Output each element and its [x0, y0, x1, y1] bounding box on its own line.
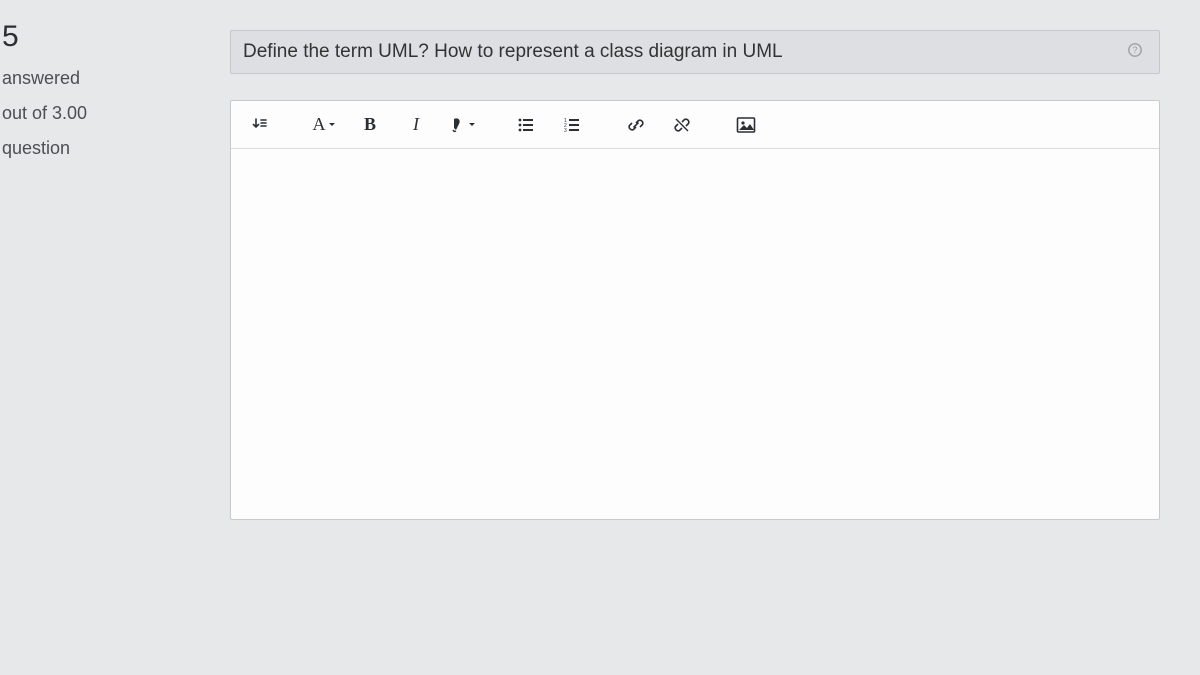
quiz-page: 5 answered out of 3.00 question Define t… — [0, 0, 1200, 675]
question-prompt-text: Define the term UML? How to represent a … — [243, 41, 1123, 63]
question-number: 5 — [0, 20, 114, 54]
question-marks: out of 3.00 — [0, 103, 114, 124]
svg-text:?: ? — [1132, 45, 1137, 55]
svg-text:3: 3 — [564, 128, 567, 134]
insert-image-button[interactable] — [725, 108, 767, 142]
question-status: answered — [0, 68, 114, 89]
font-style-dropdown[interactable]: A — [303, 108, 345, 142]
unlink-button[interactable] — [661, 108, 703, 142]
italic-button[interactable]: I — [395, 108, 437, 142]
question-prompt-row: Define the term UML? How to represent a … — [230, 30, 1160, 74]
bold-button[interactable]: B — [349, 108, 391, 142]
editor-toolbar: A B I — [231, 101, 1159, 149]
question-main: Define the term UML? How to represent a … — [120, 0, 1200, 675]
flag-question-link[interactable]: question — [0, 138, 114, 159]
link-button[interactable] — [615, 108, 657, 142]
answer-textarea[interactable] — [231, 149, 1159, 509]
text-color-dropdown[interactable] — [441, 108, 483, 142]
unordered-list-button[interactable] — [505, 108, 547, 142]
caret-down-icon — [328, 121, 336, 129]
rich-text-editor: A B I — [230, 100, 1160, 520]
question-sidebar: 5 answered out of 3.00 question — [0, 0, 120, 675]
font-style-label: A — [313, 114, 326, 135]
ordered-list-button[interactable]: 1 2 3 — [551, 108, 593, 142]
toggle-toolbar-button[interactable] — [239, 108, 281, 142]
caret-down-icon — [468, 121, 476, 129]
help-icon[interactable]: ? — [1123, 42, 1147, 63]
